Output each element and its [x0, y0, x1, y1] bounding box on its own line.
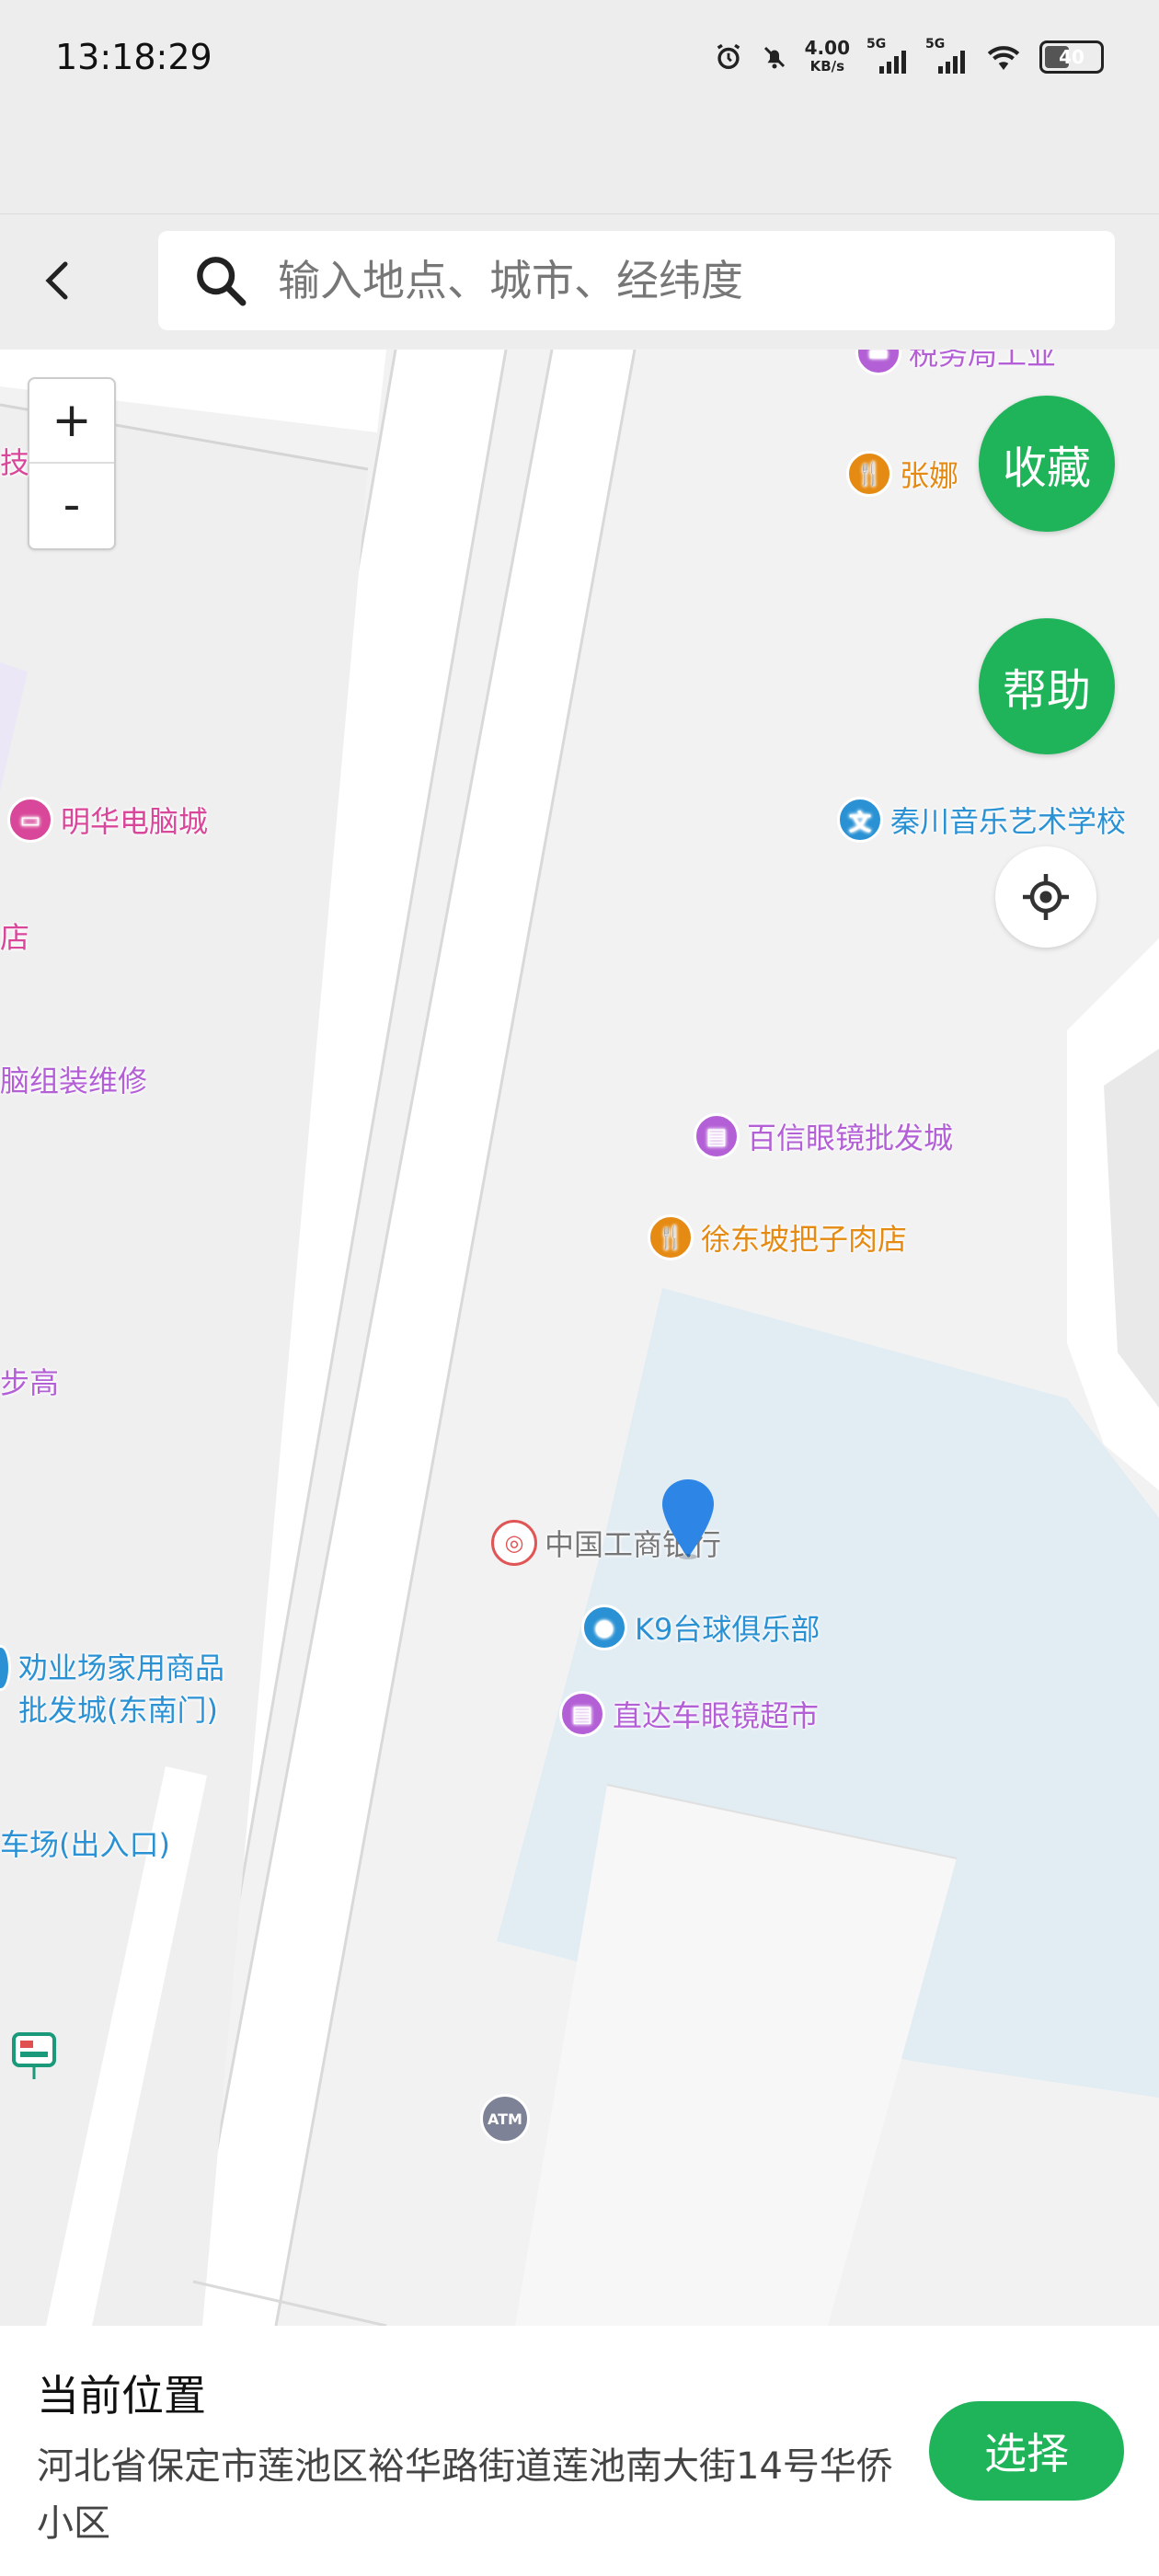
restaurant-icon: 🍴 — [648, 1214, 694, 1260]
chevron-left-icon — [45, 261, 68, 300]
signal-2: 5G — [925, 37, 968, 74]
atm-marker[interactable]: ATM — [480, 2094, 530, 2144]
poi-qinchuan-music-school[interactable]: 文 秦川音乐艺术学校 — [837, 797, 1126, 843]
poi-baixin-glasses[interactable]: ▤ 百信眼镜批发城 — [694, 1113, 953, 1159]
poi-label: 明华电脑城 — [61, 804, 209, 839]
back-button[interactable] — [28, 251, 86, 310]
poi-partial-parking-entrance[interactable]: 车场(出入口) — [0, 1822, 170, 1864]
poi-tax-bureau[interactable]: ▬ 税务局工业 — [855, 350, 1056, 375]
battery-level: 40 — [1059, 46, 1084, 68]
nav-bar — [0, 213, 1159, 349]
poi-label: 税务局工业 — [909, 350, 1057, 372]
bus-stop-icon[interactable] — [11, 2031, 57, 2083]
poi-label: 张娜 — [900, 458, 959, 493]
help-button[interactable]: 帮助 — [979, 618, 1115, 754]
locate-button[interactable] — [995, 846, 1096, 948]
restaurant-icon: 🍴 — [846, 451, 892, 497]
shop-icon: ▤ — [559, 1691, 605, 1737]
alarm-icon — [717, 43, 740, 70]
poi-zhangna[interactable]: 🍴 张娜 — [846, 451, 958, 497]
poi-label: 劝业场家用商品 — [18, 1650, 225, 1685]
bottom-panel: 当前位置 河北省保定市莲池区裕华路街道莲池南大街14号华侨小区 选择 — [0, 2326, 1159, 2576]
favorite-button[interactable]: 收藏 — [979, 396, 1115, 532]
search-icon — [197, 257, 247, 306]
battery-icon: 40 — [1039, 40, 1104, 74]
status-icons: 4.00 KB/s 5G 5G 40 — [713, 37, 1104, 75]
poi-label: 技 — [0, 445, 30, 480]
zoom-control: + - — [28, 377, 116, 550]
poi-label-lines: 劝业场家用商品 批发城(东南门) — [18, 1645, 224, 1730]
billiards-icon: ● — [581, 1604, 627, 1650]
map-view[interactable]: + - 收藏 帮助 ▬ 税务局工业 技 🍴 张娜 ▭ 明华电脑城 文 秦川音乐艺… — [0, 350, 1159, 2326]
poi-label: 步高 — [0, 1365, 60, 1400]
zoom-in-button[interactable]: + — [29, 379, 114, 464]
net-speed-unit: KB/s — [809, 58, 845, 75]
poi-partial-shop[interactable]: 店 — [0, 914, 29, 957]
poi-label: 脑组装维修 — [0, 1064, 148, 1098]
zoom-out-button[interactable]: - — [29, 464, 114, 546]
poi-quanyechang-wholesale[interactable]: 劝业场家用商品 批发城(东南门) — [0, 1645, 224, 1730]
signal-icon — [938, 51, 965, 74]
poi-partial-bubugao[interactable]: 步高 — [0, 1360, 59, 1402]
current-address: 河北省保定市莲池区裕华路街道莲池南大街14号华侨小区 — [37, 2445, 893, 2545]
computer-icon: ▭ — [7, 797, 53, 843]
poi-label: 秦川音乐艺术学校 — [890, 804, 1127, 839]
mute-icon — [763, 46, 785, 69]
poi-label: 徐东坡把子肉店 — [701, 1222, 908, 1257]
poi-label: K9台球俱乐部 — [635, 1612, 820, 1647]
poi-k9-billiards[interactable]: ● K9台球俱乐部 — [581, 1604, 820, 1650]
marker-icon — [0, 1645, 11, 1691]
select-button[interactable]: 选择 — [929, 2401, 1124, 2501]
current-location-title: 当前位置 — [37, 2371, 206, 2421]
signal-1: 5G — [866, 37, 909, 74]
poi-label: 店 — [0, 920, 30, 955]
search-input[interactable] — [276, 255, 1061, 306]
poi-partial-tech[interactable]: 技 — [0, 440, 29, 482]
poi-partial-computer-repair[interactable]: 脑组装维修 — [0, 1058, 147, 1100]
school-icon: 文 — [837, 797, 883, 843]
status-bar: 13:18:29 4.00 KB/s 5G 5G 40 — [0, 0, 1159, 121]
poi-xu-dongpo-restaurant[interactable]: 🍴 徐东坡把子肉店 — [648, 1214, 907, 1260]
map-background — [0, 350, 1159, 2326]
status-time: 13:18:29 — [55, 37, 212, 77]
poi-label-line2: 批发城(东南门) — [18, 1693, 218, 1728]
building-icon: ▬ — [855, 350, 901, 375]
poi-label: 直达车眼镜超市 — [613, 1698, 820, 1733]
atm-label: ATM — [488, 2110, 522, 2128]
signal-icon — [879, 51, 906, 74]
net-speed-value: 4.00 — [804, 37, 850, 59]
locate-icon — [1023, 874, 1069, 920]
poi-label: 百信眼镜批发城 — [747, 1121, 954, 1156]
poi-zhidache-glasses[interactable]: ▤ 直达车眼镜超市 — [559, 1691, 819, 1737]
net-speed: 4.00 KB/s — [805, 39, 850, 75]
bank-icon: ◎ — [491, 1520, 537, 1566]
wifi-icon — [987, 46, 1020, 70]
location-pin-icon — [662, 1479, 714, 1559]
header-band — [0, 121, 1159, 214]
poi-minghua-computer-city[interactable]: ▭ 明华电脑城 — [7, 797, 208, 843]
shop-icon: ▤ — [694, 1113, 740, 1159]
search-box[interactable] — [158, 231, 1115, 330]
poi-label: 车场(出入口) — [0, 1827, 170, 1862]
